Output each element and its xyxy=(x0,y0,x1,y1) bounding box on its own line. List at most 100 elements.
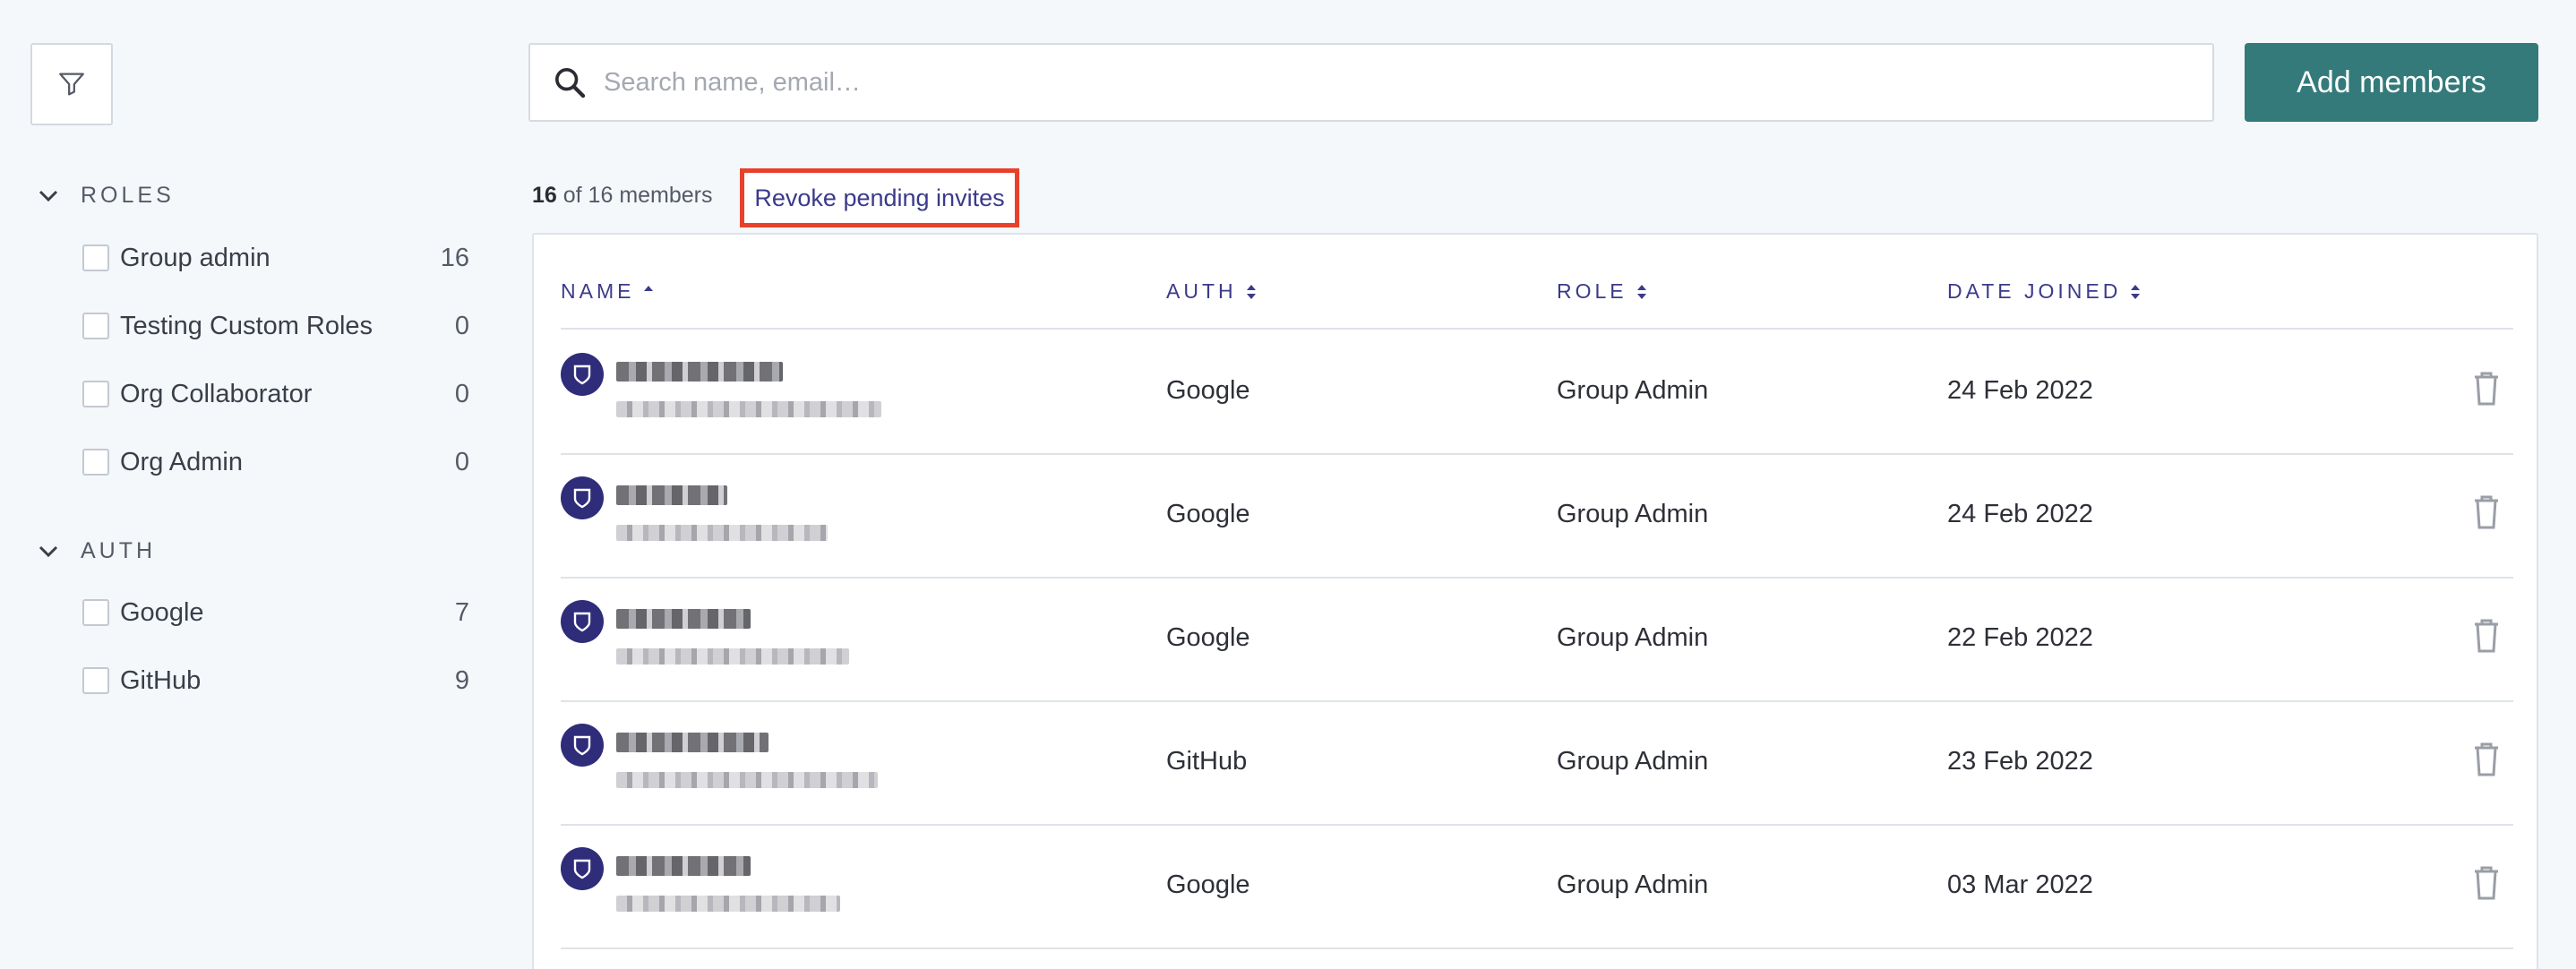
role-filter-org-collaborator[interactable]: Org Collaborator 0 xyxy=(82,374,469,414)
column-header-date-joined[interactable]: DATE JOINED xyxy=(1947,279,2141,304)
table-header: NAME AUTH ROLE DATE JOINED xyxy=(561,279,2513,330)
filter-label: GitHub xyxy=(120,665,202,695)
checkbox[interactable] xyxy=(82,244,109,271)
roles-section-title: ROLES xyxy=(81,183,175,208)
trash-icon[interactable] xyxy=(2472,742,2501,777)
filter-label: Org Collaborator xyxy=(120,379,313,408)
checkbox[interactable] xyxy=(82,599,109,626)
trash-icon[interactable] xyxy=(2472,618,2501,654)
filter-count: 7 xyxy=(454,597,469,627)
role-filter-testing-custom-roles[interactable]: Testing Custom Roles 0 xyxy=(82,306,469,346)
checkbox[interactable] xyxy=(82,667,109,694)
table-row[interactable]: Google Group Admin 22 Feb 2022 xyxy=(561,579,2513,702)
date-joined-cell: 23 Feb 2022 xyxy=(1947,747,2093,776)
chevron-down-icon xyxy=(36,539,61,564)
admin-shield-avatar xyxy=(561,476,604,519)
column-label: DATE JOINED xyxy=(1947,279,2122,303)
redacted-member-name xyxy=(616,856,751,876)
sort-icon xyxy=(1636,284,1646,299)
column-label: NAME xyxy=(561,279,635,303)
redacted-member-email xyxy=(616,648,849,665)
role-filter-group-admin[interactable]: Group admin 16 xyxy=(82,238,469,278)
redacted-member-name xyxy=(616,609,751,629)
checkbox[interactable] xyxy=(82,381,109,407)
role-cell: Group Admin xyxy=(1557,376,1709,405)
column-header-name[interactable]: NAME xyxy=(561,279,654,304)
role-cell: Group Admin xyxy=(1557,623,1709,652)
filter-label: Group admin xyxy=(120,243,270,272)
sort-ascending-icon xyxy=(644,285,654,291)
shield-icon xyxy=(573,859,591,879)
shield-icon xyxy=(573,488,591,509)
member-count: 16 of 16 members xyxy=(532,183,713,209)
shield-icon xyxy=(573,612,591,632)
shield-icon xyxy=(573,735,591,756)
checkbox[interactable] xyxy=(82,449,109,476)
auth-cell: Google xyxy=(1166,376,1250,405)
admin-shield-avatar xyxy=(561,353,604,396)
redacted-member-name xyxy=(616,362,783,382)
auth-cell: Google xyxy=(1166,623,1250,652)
column-header-auth[interactable]: AUTH xyxy=(1166,279,1257,304)
search-bar[interactable] xyxy=(528,43,2214,122)
redacted-member-name xyxy=(616,485,727,505)
table-row[interactable]: GitHub Group Admin 23 Feb 2022 xyxy=(561,702,2513,826)
role-cell: Group Admin xyxy=(1557,500,1709,528)
auth-cell: Google xyxy=(1166,500,1250,528)
roles-section-header[interactable]: ROLES xyxy=(36,183,175,209)
members-table: NAME AUTH ROLE DATE JOINED Google Group … xyxy=(532,233,2538,969)
date-joined-cell: 22 Feb 2022 xyxy=(1947,623,2093,652)
auth-section-header[interactable]: AUTH xyxy=(36,538,156,564)
admin-shield-avatar xyxy=(561,724,604,767)
add-members-button[interactable]: Add members xyxy=(2245,43,2538,122)
redacted-member-name xyxy=(616,733,769,752)
redacted-member-email xyxy=(616,401,881,417)
table-row[interactable]: Google Group Admin 03 Mar 2022 xyxy=(561,826,2513,949)
admin-shield-avatar xyxy=(561,600,604,643)
filter-count: 9 xyxy=(454,665,469,695)
date-joined-cell: 24 Feb 2022 xyxy=(1947,500,2093,528)
filter-count: 0 xyxy=(454,447,469,476)
date-joined-cell: 24 Feb 2022 xyxy=(1947,376,2093,405)
search-input[interactable] xyxy=(604,67,2126,98)
checkbox[interactable] xyxy=(82,313,109,339)
table-row[interactable]: Google Group Admin 24 Feb 2022 xyxy=(561,331,2513,455)
member-count-shown: 16 xyxy=(532,183,557,208)
filter-count: 0 xyxy=(454,311,469,340)
role-filter-org-admin[interactable]: Org Admin 0 xyxy=(82,442,469,482)
shield-icon xyxy=(573,364,591,385)
filter-count: 0 xyxy=(454,379,469,408)
auth-section-title: AUTH xyxy=(81,538,157,563)
auth-cell: Google xyxy=(1166,870,1250,899)
revoke-pending-invites-link[interactable]: Revoke pending invites xyxy=(740,168,1019,227)
trash-icon[interactable] xyxy=(2472,494,2501,530)
auth-cell: GitHub xyxy=(1166,747,1248,776)
redacted-member-email xyxy=(616,896,840,912)
auth-filter-github[interactable]: GitHub 9 xyxy=(82,661,469,700)
redacted-member-email xyxy=(616,772,878,788)
filter-toggle-button[interactable] xyxy=(30,43,113,125)
filter-label: Org Admin xyxy=(120,447,243,476)
trash-icon[interactable] xyxy=(2472,865,2501,901)
member-count-total: of 16 members xyxy=(562,183,713,208)
filter-label: Google xyxy=(120,597,204,627)
trash-icon[interactable] xyxy=(2472,371,2501,407)
search-icon xyxy=(555,68,586,99)
role-cell: Group Admin xyxy=(1557,747,1709,776)
filter-count: 16 xyxy=(440,243,469,272)
role-cell: Group Admin xyxy=(1557,870,1709,899)
filter-icon xyxy=(59,73,84,96)
sort-icon xyxy=(1246,284,1256,299)
date-joined-cell: 03 Mar 2022 xyxy=(1947,870,2093,899)
redacted-member-email xyxy=(616,525,828,541)
sort-icon xyxy=(2131,284,2141,299)
table-row[interactable]: Google Group Admin 24 Feb 2022 xyxy=(561,455,2513,579)
members-page: ROLES Group admin 16 Testing Custom Role… xyxy=(0,0,2576,969)
column-label: ROLE xyxy=(1557,279,1627,303)
chevron-down-icon xyxy=(36,184,61,209)
column-header-role[interactable]: ROLE xyxy=(1557,279,1647,304)
filter-label: Testing Custom Roles xyxy=(120,311,374,340)
auth-filter-google[interactable]: Google 7 xyxy=(82,593,469,632)
column-label: AUTH xyxy=(1166,279,1237,303)
admin-shield-avatar xyxy=(561,847,604,890)
